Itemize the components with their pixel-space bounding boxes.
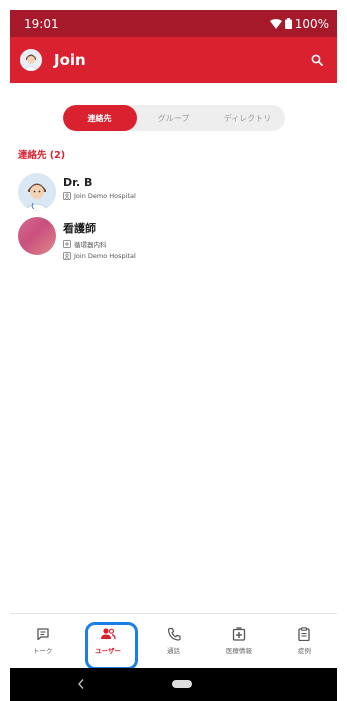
users-icon [101,628,116,640]
section-title: 連絡先 (2) [18,150,66,161]
battery-icon [284,18,292,29]
contact-info: Dr. B Join Demo Hospital [63,173,136,200]
doctor-avatar-icon [20,49,42,71]
hospital-badge-icon [63,192,71,200]
home-pill[interactable] [172,680,192,688]
status-bar: 19:01 100% [10,10,337,37]
chat-icon [37,628,49,641]
clipboard-icon [298,627,310,641]
nav-item-users[interactable]: ユーザー [75,614,140,668]
contact-info: 看護師 循環器内科 Join Demo Hospital [63,217,136,260]
back-icon[interactable] [77,678,85,690]
tab-groups[interactable]: グループ [137,105,211,131]
status-icons: 100% [269,16,329,31]
status-time: 19:01 [24,16,59,31]
search-icon[interactable] [307,50,327,70]
tab-directory[interactable]: ディレクトリ [211,105,285,131]
department-name: 循環器内科 [74,241,107,249]
app-screen: 19:01 100% Join 連絡先 グループ ディレクトリ 連絡先 (2) … [10,10,337,701]
wifi-icon [269,18,282,29]
contact-tabs: 連絡先 グループ ディレクトリ [62,105,285,131]
contact-name: 看護師 [63,222,96,235]
bottom-navigation: トーク ユーザー 通話 医療情報 症例 [10,613,337,668]
contact-item-nurse[interactable]: 看護師 循環器内科 Join Demo Hospital [10,217,337,260]
nav-label: トーク [32,647,53,655]
profile-avatar[interactable] [20,49,42,71]
phone-icon [167,627,181,641]
avatar [18,217,56,255]
doctor-avatar-icon [18,173,56,211]
contact-item-dr-b[interactable]: Dr. B Join Demo Hospital [10,173,337,211]
nav-label: 症例 [297,647,311,655]
nav-item-talk[interactable]: トーク [10,614,75,668]
contact-hospital: Join Demo Hospital [63,192,136,200]
app-title: Join [54,51,86,69]
nav-item-cases[interactable]: 症例 [272,614,337,668]
system-navigation-bar [10,668,337,701]
hospital-name: Join Demo Hospital [74,192,136,200]
battery-percent: 100% [294,16,329,31]
nav-item-medical-info[interactable]: 医療情報 [206,614,271,668]
hospital-name: Join Demo Hospital [74,252,136,260]
contact-name: Dr. B [63,176,93,189]
tab-contacts[interactable]: 連絡先 [62,105,137,131]
hospital-badge-icon [63,252,71,260]
nav-label: 通話 [167,647,181,655]
contact-hospital: Join Demo Hospital [63,252,136,260]
nav-label: 医療情報 [225,647,252,655]
nav-label: ユーザー [95,647,122,655]
avatar [18,173,56,211]
medical-plus-icon [232,627,246,641]
contact-department: 循環器内科 [63,239,136,249]
app-bar: Join [10,37,337,83]
department-plus-icon [63,240,71,248]
nav-item-calls[interactable]: 通話 [141,614,206,668]
